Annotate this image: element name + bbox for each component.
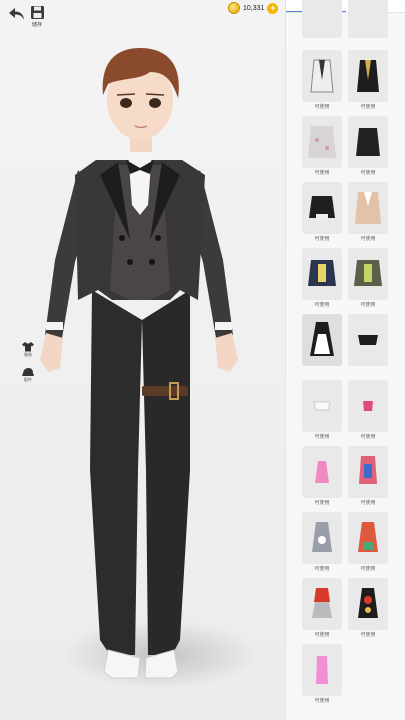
red-dress-thumbnail <box>348 512 388 564</box>
item-card[interactable]: 可使用 <box>348 182 388 244</box>
black-top-thumbnail <box>348 314 388 366</box>
accessory-label: 配件 <box>24 377 32 382</box>
category-button-accessory[interactable]: 配件 <box>20 367 36 383</box>
cap-icon <box>22 368 34 376</box>
item-card[interactable]: 可使用 <box>348 512 388 574</box>
item-card[interactable]: 可使用 <box>302 512 342 574</box>
military-jacket-thumbnail <box>348 248 388 300</box>
item-card[interactable]: 可使用 <box>302 446 342 508</box>
shirt-icon <box>22 342 34 352</box>
maid-dress-thumbnail <box>302 314 342 366</box>
navy-jacket-thumbnail <box>302 248 342 300</box>
white-top-thumbnail <box>302 380 342 432</box>
item-status-label: 可使用 <box>314 632 330 638</box>
item-card[interactable]: 可使用 <box>302 182 342 244</box>
black-jacket-thumbnail <box>302 182 342 234</box>
item-card[interactable]: 可使用 <box>302 644 342 706</box>
floral-dress-thumbnail <box>302 512 342 564</box>
item-card[interactable]: 可使用 <box>348 248 388 310</box>
wardrobe-panel: 上衣 下装 可使用 可使用 可使用 <box>285 0 405 720</box>
item-status-label: 可使用 <box>314 302 330 308</box>
character-avatar[interactable] <box>0 0 285 720</box>
item-status-label: 可使用 <box>314 170 330 176</box>
black-blazer-thumbnail <box>348 50 388 102</box>
item-status-label: 可使用 <box>360 500 376 506</box>
character-stage[interactable]: 储存 10,331 + 服装 配件 <box>0 0 285 720</box>
item-card[interactable] <box>348 0 388 40</box>
clothing-label: 服装 <box>24 352 32 357</box>
item-card[interactable]: 可使用 <box>348 446 388 508</box>
pink-top-thumbnail <box>348 380 388 432</box>
item-card[interactable]: 可使用 <box>302 248 342 310</box>
pink-slip-thumbnail <box>302 644 342 696</box>
item-status-label: 可使用 <box>360 104 376 110</box>
add-coins-button[interactable]: + <box>267 2 279 14</box>
item-status-label: 可使用 <box>360 236 376 242</box>
item-card[interactable]: 可使用 <box>348 380 388 442</box>
category-button-clothing[interactable]: 服装 <box>20 341 36 358</box>
save-label: 储存 <box>31 22 42 28</box>
item-card[interactable] <box>302 0 342 40</box>
item-card[interactable]: 可使用 <box>302 380 342 442</box>
item-card[interactable]: 可使用 <box>302 116 342 178</box>
item-card[interactable]: 可使用 <box>348 578 388 640</box>
coin-counter: 10,331 + <box>228 2 279 14</box>
item-status-label: 可使用 <box>360 566 376 572</box>
gray-coat-thumbnail <box>302 116 342 168</box>
item-status-label: 可使用 <box>314 500 330 506</box>
item-card[interactable]: 可使用 <box>348 116 388 178</box>
floppy-disk-icon <box>30 6 44 19</box>
swimsuit-thumbnail <box>348 446 388 498</box>
item-status-label: 可使用 <box>314 236 330 242</box>
white-blazer-thumbnail <box>302 50 342 102</box>
item-card[interactable]: 可使用 <box>302 578 342 640</box>
item-status-label: 可使用 <box>314 566 330 572</box>
item-card[interactable]: 可使用 <box>302 50 342 112</box>
item-card[interactable] <box>348 314 388 376</box>
item-card[interactable] <box>302 314 342 376</box>
coin-icon <box>228 2 240 14</box>
item-status-label: 可使用 <box>314 698 330 704</box>
item-status-label: 可使用 <box>314 434 330 440</box>
item-status-label: 可使用 <box>314 104 330 110</box>
outfit-thumbnail <box>348 0 388 38</box>
black-red-dress-thumbnail <box>348 578 388 630</box>
red-outfit-thumbnail <box>302 578 342 630</box>
item-status-label: 可使用 <box>360 434 376 440</box>
undo-arrow-icon <box>9 8 24 20</box>
outfit-thumbnail <box>302 0 342 38</box>
item-card[interactable]: 可使用 <box>348 50 388 112</box>
item-status-label: 可使用 <box>360 170 376 176</box>
save-button[interactable]: 储存 <box>28 5 46 28</box>
item-status-label: 可使用 <box>360 302 376 308</box>
black-coat-thumbnail <box>348 116 388 168</box>
coin-amount: 10,331 <box>243 4 265 12</box>
item-status-label: 可使用 <box>360 632 376 638</box>
pink-dress-thumbnail <box>302 446 342 498</box>
tan-coat-thumbnail <box>348 182 388 234</box>
back-button[interactable] <box>6 6 28 28</box>
